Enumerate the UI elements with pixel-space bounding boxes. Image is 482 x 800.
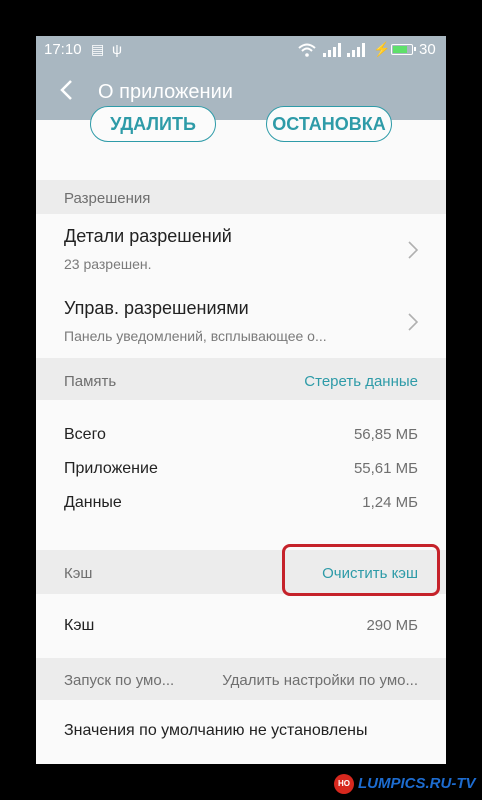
memory-total-value: 56,85 МБ bbox=[353, 426, 418, 443]
cache-value: 290 МБ bbox=[366, 617, 418, 634]
clear-data-button[interactable]: Стереть данные bbox=[304, 373, 418, 390]
permission-details-subtitle: 23 разрешен. bbox=[64, 256, 152, 272]
watermark-text: LUMPICS.RU-TV bbox=[358, 775, 476, 792]
chevron-right-icon bbox=[408, 313, 418, 331]
memory-header: Память bbox=[64, 373, 117, 390]
status-time: 17:10 bbox=[44, 41, 82, 58]
battery-percent: 30 bbox=[419, 41, 436, 58]
permission-details-item[interactable]: Детали разрешений 23 разрешен. bbox=[36, 214, 446, 286]
cache-label: Кэш bbox=[64, 617, 95, 634]
wifi-icon bbox=[298, 43, 316, 57]
defaults-info: Значения по умолчанию не установлены bbox=[64, 722, 368, 739]
memory-total-label: Всего bbox=[64, 426, 106, 443]
signal-icon-1 bbox=[323, 43, 341, 57]
manage-permissions-item[interactable]: Управ. разрешениями Панель уведомлений, … bbox=[36, 286, 446, 358]
phone-screen: 17:10 ▤ ψ ⚡ 30 О приложении УДАЛИТЬ ОСТА… bbox=[36, 36, 446, 764]
memory-data-value: 1,24 МБ bbox=[362, 494, 418, 511]
defaults-header: Запуск по умо... bbox=[64, 672, 175, 689]
memory-app-value: 55,61 МБ bbox=[353, 460, 418, 477]
manage-permissions-title: Управ. разрешениями bbox=[64, 298, 249, 318]
signal-icon-2 bbox=[347, 43, 365, 57]
stop-button[interactable]: ОСТАНОВКА bbox=[266, 106, 392, 142]
permissions-header: Разрешения bbox=[64, 190, 151, 207]
permission-details-title: Детали разрешений bbox=[64, 226, 232, 246]
battery-icon bbox=[391, 44, 416, 55]
app-info-content: УДАЛИТЬ ОСТАНОВКА Разрешения Детали разр… bbox=[36, 106, 446, 764]
image-icon: ▤ bbox=[91, 41, 105, 57]
clear-defaults-button[interactable]: Удалить настройки по умо... bbox=[222, 672, 418, 689]
status-bar: 17:10 ▤ ψ ⚡ 30 bbox=[36, 36, 446, 64]
chevron-right-icon bbox=[408, 241, 418, 259]
watermark-logo: НО bbox=[334, 774, 354, 794]
delete-button[interactable]: УДАЛИТЬ bbox=[90, 106, 216, 142]
charging-icon: ⚡ bbox=[373, 41, 391, 57]
usb-icon: ψ bbox=[112, 41, 122, 57]
manage-permissions-subtitle: Панель уведомлений, всплывающее о... bbox=[64, 328, 327, 344]
cache-header: Кэш bbox=[64, 565, 93, 582]
memory-data-label: Данные bbox=[64, 494, 122, 511]
battery-fill bbox=[393, 46, 407, 53]
memory-app-label: Приложение bbox=[64, 460, 158, 477]
page-title: О приложении bbox=[98, 81, 233, 103]
clear-cache-highlight bbox=[282, 544, 440, 596]
back-arrow-icon[interactable] bbox=[56, 78, 80, 102]
